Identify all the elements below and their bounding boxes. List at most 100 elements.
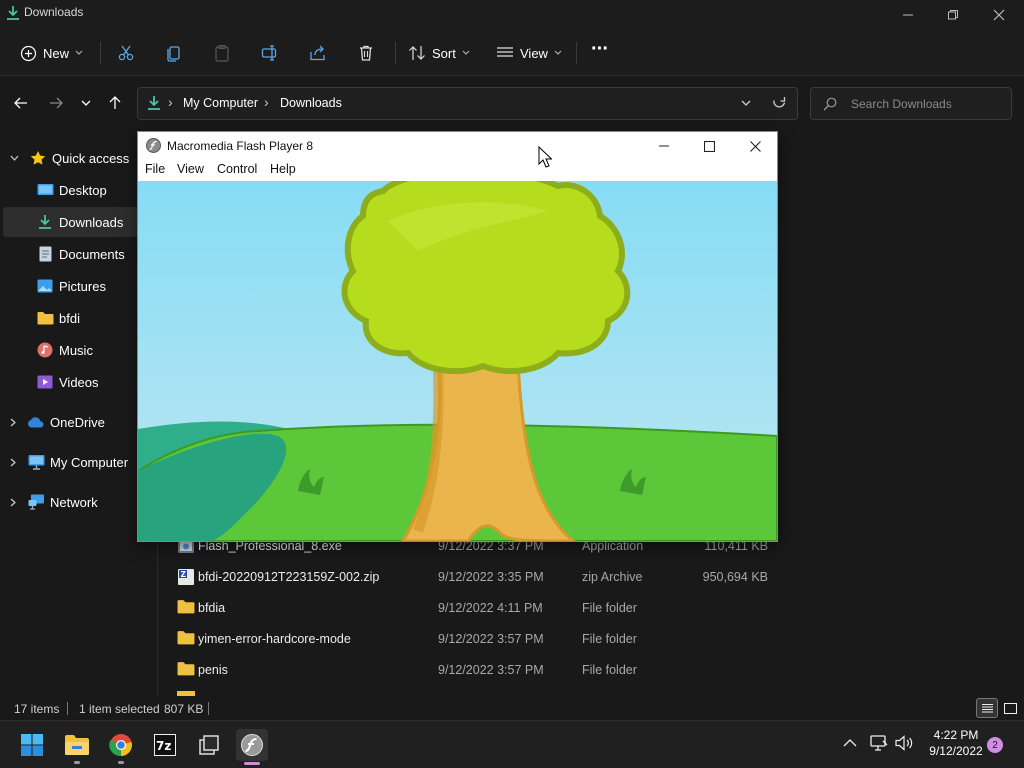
rename-icon	[261, 45, 277, 61]
copy-button[interactable]	[165, 38, 183, 68]
minimize-button[interactable]	[885, 0, 931, 30]
cloud-icon	[27, 413, 45, 431]
cut-button[interactable]	[117, 38, 135, 68]
show-hidden-icons-button[interactable]	[843, 738, 857, 747]
list-item[interactable]: Z bfdi-20220912T223159Z-002.zip 9/12/202…	[159, 561, 1024, 592]
sidebar-label: Network	[50, 494, 98, 510]
desktop-icon	[36, 181, 54, 199]
zip-icon: Z	[177, 568, 195, 586]
plus-circle-icon	[20, 45, 37, 61]
picture-icon	[36, 277, 54, 295]
chevron-right-icon	[10, 498, 16, 506]
sidebar-label: Desktop	[59, 182, 107, 198]
sidebar-item-documents[interactable]: Documents	[0, 239, 158, 269]
sidebar-item-onedrive[interactable]: OneDrive	[0, 407, 158, 437]
details-view-button[interactable]	[976, 698, 998, 718]
sidebar-item-downloads[interactable]: Downloads	[3, 207, 155, 237]
tiles-view-button[interactable]	[1000, 699, 1020, 717]
share-button[interactable]	[309, 38, 327, 68]
forward-button[interactable]	[44, 91, 68, 115]
sort-button-label: Sort	[432, 45, 456, 61]
sidebar-item-desktop[interactable]: Desktop	[0, 175, 158, 205]
flash-player-window[interactable]: Macromedia Flash Player 8 File View Cont…	[137, 131, 778, 542]
notification-badge[interactable]: 2	[987, 737, 1003, 753]
flash-stage[interactable]	[138, 181, 777, 541]
folder-icon	[177, 599, 195, 617]
search-box[interactable]: Search Downloads	[810, 87, 1012, 120]
delete-button[interactable]	[357, 38, 375, 68]
sidebar-label: My Computer	[50, 454, 129, 470]
copy-icon	[167, 46, 180, 62]
close-button[interactable]	[976, 0, 1022, 30]
view-button[interactable]: View	[496, 38, 562, 68]
list-item[interactable]: yimen-error-hardcore-mode 9/12/2022 3:57…	[159, 623, 1024, 654]
download-icon	[6, 5, 20, 21]
computer-icon	[27, 453, 45, 471]
share-icon	[310, 45, 325, 61]
sidebar-item-bfdi[interactable]: bfdi	[0, 303, 158, 333]
close-icon	[749, 140, 761, 152]
flash-close-button[interactable]	[747, 138, 763, 154]
file-name: yimen-error-hardcore-mode	[198, 631, 351, 646]
volume-icon[interactable]	[895, 735, 913, 751]
search-icon	[823, 97, 837, 111]
sidebar-item-music[interactable]: Music	[0, 335, 158, 365]
network-status-icon[interactable]	[870, 735, 888, 751]
chevron-down-icon	[75, 50, 83, 55]
address-bar[interactable]: › My Computer › Downloads	[137, 87, 798, 120]
arrow-up-icon	[109, 96, 121, 109]
flash-minimize-button[interactable]	[656, 138, 672, 154]
list-item[interactable]: penis 9/12/2022 3:57 PM File folder	[159, 654, 1024, 685]
new-button[interactable]: New	[20, 38, 83, 68]
taskbar-7zip[interactable]: 7z	[149, 729, 181, 761]
sidebar-label: Downloads	[59, 214, 124, 230]
taskbar-task-view[interactable]	[193, 729, 225, 761]
svg-text:7z: 7z	[156, 739, 171, 753]
download-icon	[36, 213, 54, 231]
close-icon	[993, 9, 1005, 21]
menu-control[interactable]: Control	[217, 162, 257, 176]
taskbar-file-explorer[interactable]	[61, 729, 93, 761]
window-title: Downloads	[24, 5, 84, 19]
taskbar-flash-player[interactable]	[236, 729, 268, 761]
clock[interactable]: 4:22 PM 9/12/2022	[922, 727, 990, 759]
menu-view[interactable]: View	[177, 162, 204, 176]
sidebar-item-quick-access[interactable]: Quick access	[0, 143, 158, 173]
refresh-button[interactable]	[772, 95, 787, 110]
breadcrumb-my-computer[interactable]: My Computer	[183, 96, 258, 110]
sidebar-item-my-computer[interactable]: My Computer	[0, 447, 158, 477]
more-options-button[interactable]: ···	[591, 34, 609, 64]
item-count: 17 items	[14, 702, 60, 716]
sidebar-item-videos[interactable]: Videos	[0, 367, 158, 397]
list-item[interactable]: bfdia 9/12/2022 4:11 PM File folder	[159, 592, 1024, 623]
chevron-down-icon	[554, 50, 562, 55]
sidebar-item-network[interactable]: Network	[0, 487, 158, 517]
document-icon	[36, 245, 54, 263]
back-button[interactable]	[9, 91, 33, 115]
window-stack-icon	[199, 735, 219, 755]
sort-button[interactable]: Sort	[408, 38, 470, 68]
file-explorer-icon	[65, 735, 89, 755]
address-history-button[interactable]	[741, 100, 751, 107]
start-button[interactable]	[16, 729, 48, 761]
video-icon	[36, 373, 54, 391]
sidebar-item-pictures[interactable]: Pictures	[0, 271, 158, 301]
rename-button[interactable]	[261, 38, 279, 68]
recent-locations-button[interactable]	[74, 91, 98, 115]
command-bar: New Sort View ···	[0, 30, 1024, 76]
menu-help[interactable]: Help	[270, 162, 296, 176]
file-date: 9/12/2022 3:57 PM	[438, 631, 544, 646]
file-type: File folder	[582, 631, 637, 646]
flash-maximize-button[interactable]	[701, 138, 717, 154]
running-indicator	[74, 761, 80, 764]
up-button[interactable]	[103, 91, 127, 115]
flash-player-icon	[146, 138, 161, 153]
breadcrumb-downloads[interactable]: Downloads	[280, 96, 342, 110]
sidebar-label: Music	[59, 342, 93, 358]
restore-button[interactable]	[930, 0, 976, 30]
taskbar-chrome[interactable]	[105, 729, 137, 761]
view-button-label: View	[520, 45, 548, 61]
paste-button[interactable]	[213, 38, 231, 68]
flash-title-bar[interactable]: Macromedia Flash Player 8	[138, 132, 777, 159]
menu-file[interactable]: File	[145, 162, 165, 176]
